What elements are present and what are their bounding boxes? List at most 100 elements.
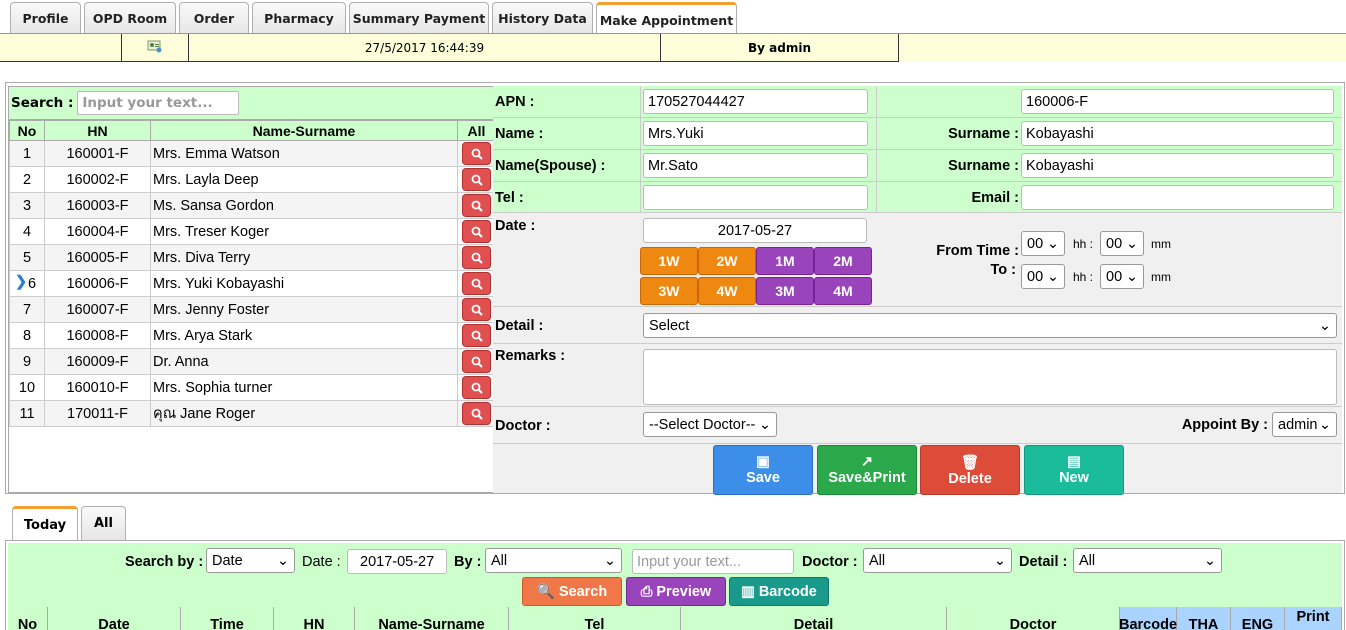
form-row-name: Name : Mrs.Yuki Surname : Kobayashi	[493, 118, 1342, 150]
save-button[interactable]: ▣ Save	[713, 445, 813, 495]
chevron-down-icon: ⌄	[1125, 236, 1138, 252]
row-name: Dr. Anna	[150, 348, 458, 375]
table-row[interactable]: ❯ 6 160006-F Mrs. Yuki Kobayashi	[9, 270, 496, 297]
from-hour-select[interactable]: 00 ⌄	[1021, 231, 1065, 256]
quick-2w-button[interactable]: 2W	[698, 247, 756, 275]
appoint-by-select[interactable]: admin ⌄	[1272, 412, 1337, 437]
quick-2m-button[interactable]: 2M	[814, 247, 872, 275]
form-row-apn: APN : 170527044427 HN : 160006-F	[493, 86, 1342, 118]
view-patient-button[interactable]	[462, 142, 491, 165]
view-patient-button[interactable]	[462, 402, 491, 425]
quick-3w-button[interactable]: 3W	[640, 277, 698, 305]
list-detail-select[interactable]: All ⌄	[1073, 548, 1222, 573]
spouse-surname-label: Surname :	[948, 158, 1019, 174]
list-search-input[interactable]: Input your text...	[632, 549, 794, 574]
apn-field[interactable]: 170527044427	[643, 89, 868, 114]
view-patient-button[interactable]	[462, 324, 491, 347]
surname-field[interactable]: Kobayashi	[1021, 121, 1334, 146]
name-label: Name :	[495, 126, 544, 142]
search-by-select[interactable]: Date ⌄	[206, 548, 295, 573]
form-row-spouse: Name(Spouse) : Mr.Sato Surname : Kobayas…	[493, 150, 1342, 182]
remarks-textarea[interactable]	[643, 349, 1337, 405]
list-col-time: Time	[181, 607, 274, 630]
list-col-doctor: Doctor	[947, 607, 1120, 630]
quick-1w-button[interactable]: 1W	[640, 247, 698, 275]
view-patient-button[interactable]	[462, 272, 491, 295]
table-row[interactable]: 1 160001-F Mrs. Emma Watson	[9, 140, 496, 167]
date-field[interactable]: 2017-05-27	[643, 218, 867, 243]
list-doctor-select[interactable]: All ⌄	[863, 548, 1012, 573]
table-row[interactable]: 4 160004-F Mrs. Treser Koger	[9, 218, 496, 245]
view-patient-button[interactable]	[462, 194, 491, 217]
tab-pharmacy[interactable]: Pharmacy	[252, 2, 346, 34]
search-button[interactable]: 🔍 Search	[522, 577, 622, 606]
view-patient-button[interactable]	[462, 376, 491, 399]
tab-profile[interactable]: Profile	[10, 2, 81, 34]
from-time-label: From Time :	[936, 243, 1019, 259]
name-field[interactable]: Mrs.Yuki	[643, 121, 868, 146]
row-hn: 160008-F	[44, 322, 151, 349]
tab-summary-payment[interactable]: Summary Payment	[349, 2, 489, 34]
row-action	[457, 374, 496, 401]
email-label: Email :	[971, 190, 1019, 206]
table-row[interactable]: 10 160010-F Mrs. Sophia turner	[9, 374, 496, 401]
view-patient-button[interactable]	[462, 298, 491, 321]
save-print-button[interactable]: ↗ Save&Print	[817, 445, 917, 495]
list-search-bar: Search by : Date ⌄ Date : 2017-05-27 By :…	[8, 543, 1342, 607]
quick-3m-button[interactable]: 3M	[756, 277, 814, 305]
quick-1m-button[interactable]: 1M	[756, 247, 814, 275]
row-no: 8	[9, 322, 45, 349]
tab-history-data[interactable]: History Data	[492, 2, 593, 34]
patient-search-input[interactable]: Input your text...	[77, 91, 240, 115]
barcode-button[interactable]: ▥ Barcode	[729, 577, 829, 606]
table-row[interactable]: 5 160005-F Mrs. Diva Terry	[9, 244, 496, 271]
quick-4m-button[interactable]: 4M	[814, 277, 872, 305]
date-label: Date :	[495, 218, 536, 234]
spouse-surname-field[interactable]: Kobayashi	[1021, 153, 1334, 178]
tab-opd-room[interactable]: OPD Room	[84, 2, 176, 34]
table-row[interactable]: 9 160009-F Dr. Anna	[9, 348, 496, 375]
search-icon	[471, 148, 483, 160]
to-hour-select[interactable]: 00 ⌄	[1021, 264, 1065, 289]
quick-4w-button[interactable]: 4W	[698, 277, 756, 305]
row-no: 11	[9, 400, 45, 427]
view-patient-button[interactable]	[462, 350, 491, 373]
table-row[interactable]: 2 160002-F Mrs. Layla Deep	[9, 166, 496, 193]
from-minute-select[interactable]: 00 ⌄	[1100, 231, 1144, 256]
table-row[interactable]: 3 160003-F Ms. Sansa Gordon	[9, 192, 496, 219]
view-patient-button[interactable]	[462, 168, 491, 191]
delete-button[interactable]: 🗑 Delete	[920, 445, 1020, 495]
table-row[interactable]: 7 160007-F Mrs. Jenny Foster	[9, 296, 496, 323]
tab-make-appointment[interactable]: Make Appointment	[596, 2, 737, 35]
row-name: Mrs. Treser Koger	[150, 218, 458, 245]
to-minute-select[interactable]: 00 ⌄	[1100, 264, 1144, 289]
email-field[interactable]	[1021, 185, 1334, 210]
list-col-date: Date	[48, 607, 181, 630]
row-action	[457, 322, 496, 349]
hn-field[interactable]: 160006-F	[1021, 89, 1334, 114]
chevron-down-icon: ⌄	[1046, 236, 1059, 252]
chevron-down-icon: ⌄	[603, 553, 616, 569]
tab-all[interactable]: All	[81, 506, 126, 540]
by-select[interactable]: All ⌄	[485, 548, 622, 573]
table-row[interactable]: 8 160008-F Mrs. Arya Stark	[9, 322, 496, 349]
list-date-field[interactable]: 2017-05-27	[347, 549, 447, 574]
preview-button[interactable]: ⎙ Preview	[626, 577, 726, 606]
new-button[interactable]: ▤ New	[1024, 445, 1124, 495]
to-hh-label: hh :	[1073, 270, 1094, 284]
tel-field[interactable]	[643, 185, 868, 210]
search-icon	[471, 382, 483, 394]
view-patient-button[interactable]	[462, 220, 491, 243]
spouse-field[interactable]: Mr.Sato	[643, 153, 868, 178]
view-patient-button[interactable]	[462, 246, 491, 269]
trash-icon: 🗑	[960, 454, 980, 471]
bottom-tabs: Today All	[12, 506, 126, 541]
tab-order[interactable]: Order	[179, 2, 249, 34]
chevron-down-icon: ⌄	[1318, 417, 1331, 433]
table-row[interactable]: 11 170011-F คุณ Jane Roger	[9, 400, 496, 427]
search-icon	[471, 200, 483, 212]
tab-today[interactable]: Today	[12, 506, 78, 541]
detail-select[interactable]: Select ⌄	[643, 313, 1337, 338]
doctor-select[interactable]: --Select Doctor-- ⌄	[643, 412, 777, 437]
row-hn: 160003-F	[44, 192, 151, 219]
